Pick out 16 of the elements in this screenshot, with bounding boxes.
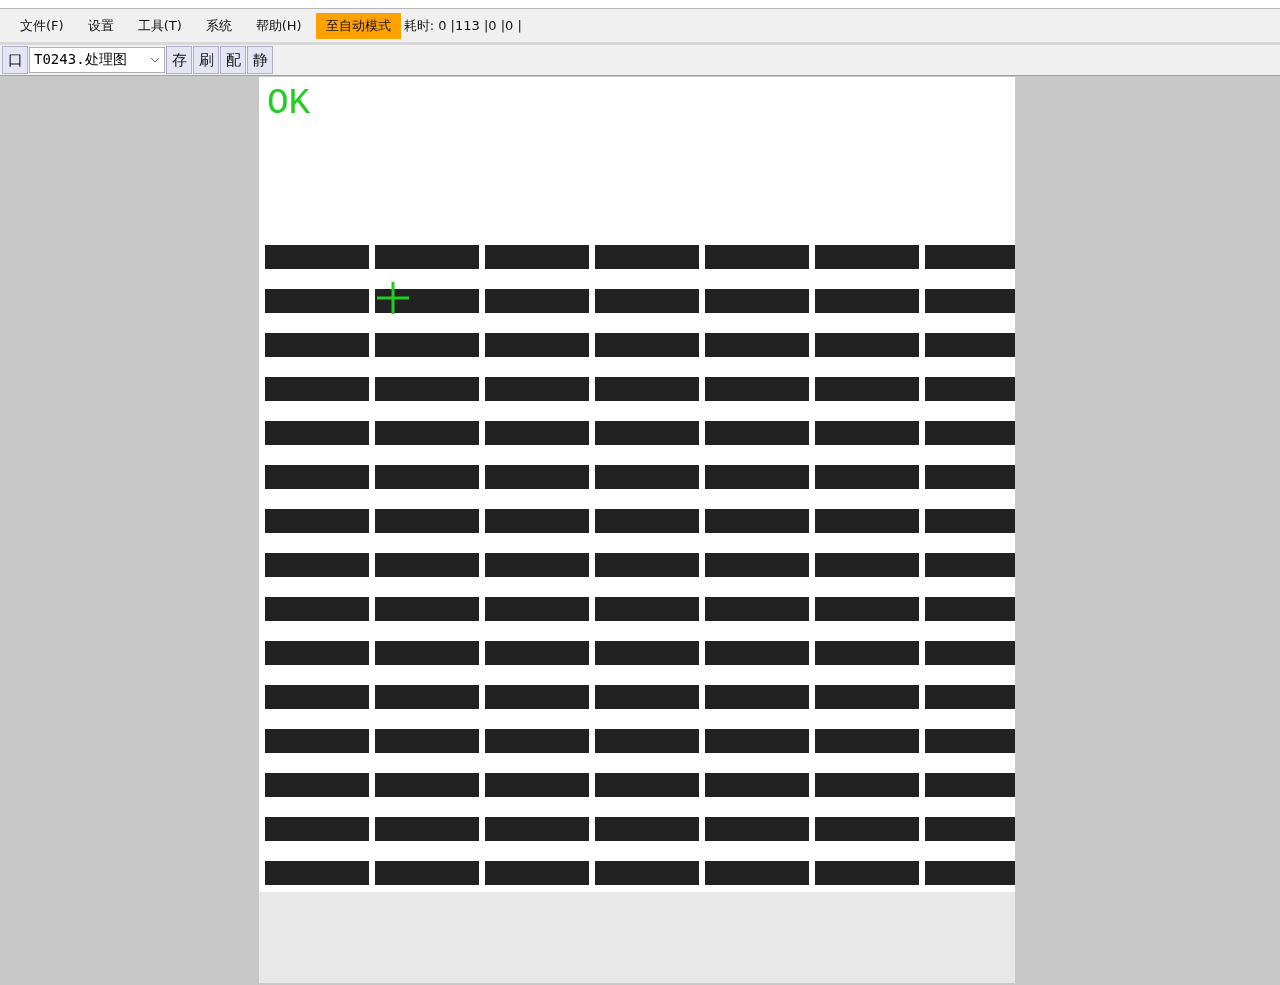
toolbar-button[interactable]: 存: [166, 46, 192, 74]
result-text: OK: [267, 83, 311, 124]
menu-item[interactable]: 帮助(H): [243, 9, 314, 42]
crosshair-icon: [377, 282, 409, 314]
menu-item[interactable]: 系统: [193, 9, 244, 42]
toggle-button[interactable]: 口: [2, 46, 28, 74]
toolbar-button[interactable]: 刷: [193, 46, 219, 74]
menu-item[interactable]: 设置: [75, 9, 126, 42]
menu-item[interactable]: 工具(T): [125, 9, 194, 42]
menu-item[interactable]: 文件(F): [8, 9, 76, 42]
timing-text: 耗时: 0 |113 |0 |0 |: [403, 16, 522, 35]
auto-mode-button[interactable]: 至自动模式: [315, 12, 401, 39]
toolbar-button[interactable]: 配: [220, 46, 246, 74]
toolbar-button[interactable]: 静: [247, 46, 273, 74]
task-dropdown[interactable]: T0243.处理图: [29, 47, 165, 73]
caret-icon: [150, 57, 160, 63]
